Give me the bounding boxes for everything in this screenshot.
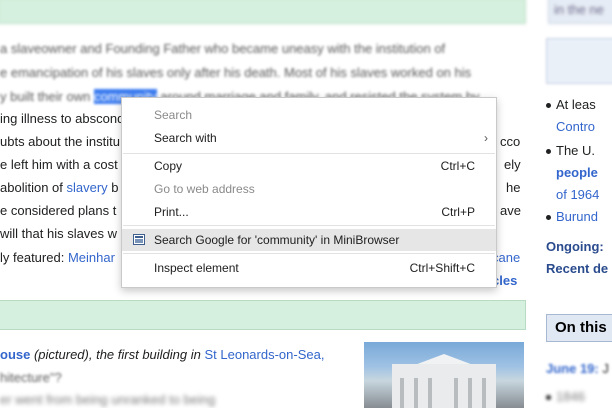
bullet bbox=[546, 215, 551, 220]
article-line: a slaveowner and Founding Father who bec… bbox=[0, 41, 446, 56]
slavery-link[interactable]: slavery bbox=[67, 180, 108, 195]
article-line: e considered plans t bbox=[0, 203, 117, 218]
menu-item-inspect-element[interactable]: Inspect element Ctrl+Shift+C bbox=[122, 257, 496, 279]
dyk-photo[interactable] bbox=[364, 342, 524, 408]
article-line: e emancipation of his slaves only after … bbox=[0, 65, 472, 80]
shortcut: Ctrl+C bbox=[440, 159, 475, 173]
did-you-know-header bbox=[0, 300, 526, 330]
featured-article-header bbox=[0, 0, 526, 24]
menu-item-print[interactable]: Print... Ctrl+P bbox=[122, 201, 496, 223]
news-item: At leas bbox=[556, 97, 596, 112]
dyk-line: er went from being unranked to being bbox=[0, 392, 216, 407]
bullet bbox=[546, 103, 551, 108]
recent-deaths-label[interactable]: Recent de bbox=[546, 258, 608, 280]
recently-featured-line: ly featured: Meinhar bbox=[0, 250, 115, 265]
article-line-end: he bbox=[506, 180, 521, 195]
date-link[interactable]: June 19: J bbox=[546, 358, 609, 380]
menu-separator bbox=[123, 153, 495, 154]
context-menu: Search Search with › Copy Ctrl+C Go to w… bbox=[121, 97, 497, 288]
menu-item-search-google[interactable]: Search Google for 'community' in MiniBro… bbox=[122, 229, 496, 251]
article-line: ing illness to abscond bbox=[0, 111, 125, 126]
event-item: 1846 bbox=[556, 389, 585, 404]
dyk-line: hitecture"? bbox=[0, 370, 62, 385]
menu-item-search: Search bbox=[154, 108, 193, 122]
dyk-line: ouse (pictured), the first building in S… bbox=[0, 347, 325, 362]
dyk-link[interactable]: St Leonards-on-Sea, bbox=[204, 347, 324, 362]
shortcut: Ctrl+Shift+C bbox=[409, 261, 475, 275]
news-link[interactable]: of 1964 bbox=[556, 184, 599, 206]
browser-page: a slaveowner and Founding Father who bec… bbox=[0, 0, 612, 408]
article-line-end: ely bbox=[504, 157, 521, 172]
menu-separator bbox=[123, 225, 495, 226]
news-link[interactable]: people bbox=[556, 162, 598, 184]
article-line: ubts about the institu bbox=[0, 134, 120, 149]
bullet bbox=[546, 149, 551, 154]
article-line-end: ave bbox=[500, 203, 521, 218]
shortcut: Ctrl+P bbox=[441, 205, 475, 219]
recently-featured-link[interactable]: Meinhar bbox=[68, 250, 115, 265]
ongoing-label[interactable]: Ongoing: bbox=[546, 236, 604, 258]
article-line: e left him with a cost bbox=[0, 157, 118, 172]
menu-item-search-with[interactable]: Search with › bbox=[122, 127, 496, 149]
menu-item-copy[interactable]: Copy Ctrl+C bbox=[122, 155, 496, 177]
submenu-arrow-icon: › bbox=[484, 131, 488, 145]
on-this-day-title: On this bbox=[555, 319, 607, 336]
minibrowser-icon bbox=[133, 234, 145, 245]
article-line-end: cco bbox=[500, 134, 521, 149]
sidebar-news: in the ne At leas Contro The U. people o… bbox=[540, 0, 612, 408]
menu-separator bbox=[123, 253, 495, 254]
on-this-day-header: On this bbox=[546, 314, 612, 342]
article-line: abolition of slavery b bbox=[0, 180, 119, 195]
news-image[interactable] bbox=[546, 38, 612, 84]
in-the-news-title: in the ne bbox=[554, 2, 604, 17]
menu-item-go-to-web-address: Go to web address bbox=[154, 182, 255, 196]
news-link[interactable]: Burund bbox=[556, 206, 598, 228]
bullet bbox=[546, 395, 551, 400]
news-item: The U. bbox=[556, 143, 596, 158]
dyk-link[interactable]: ouse bbox=[0, 347, 30, 362]
article-line: will that his slaves w bbox=[0, 226, 118, 241]
news-link[interactable]: Contro bbox=[556, 116, 595, 138]
